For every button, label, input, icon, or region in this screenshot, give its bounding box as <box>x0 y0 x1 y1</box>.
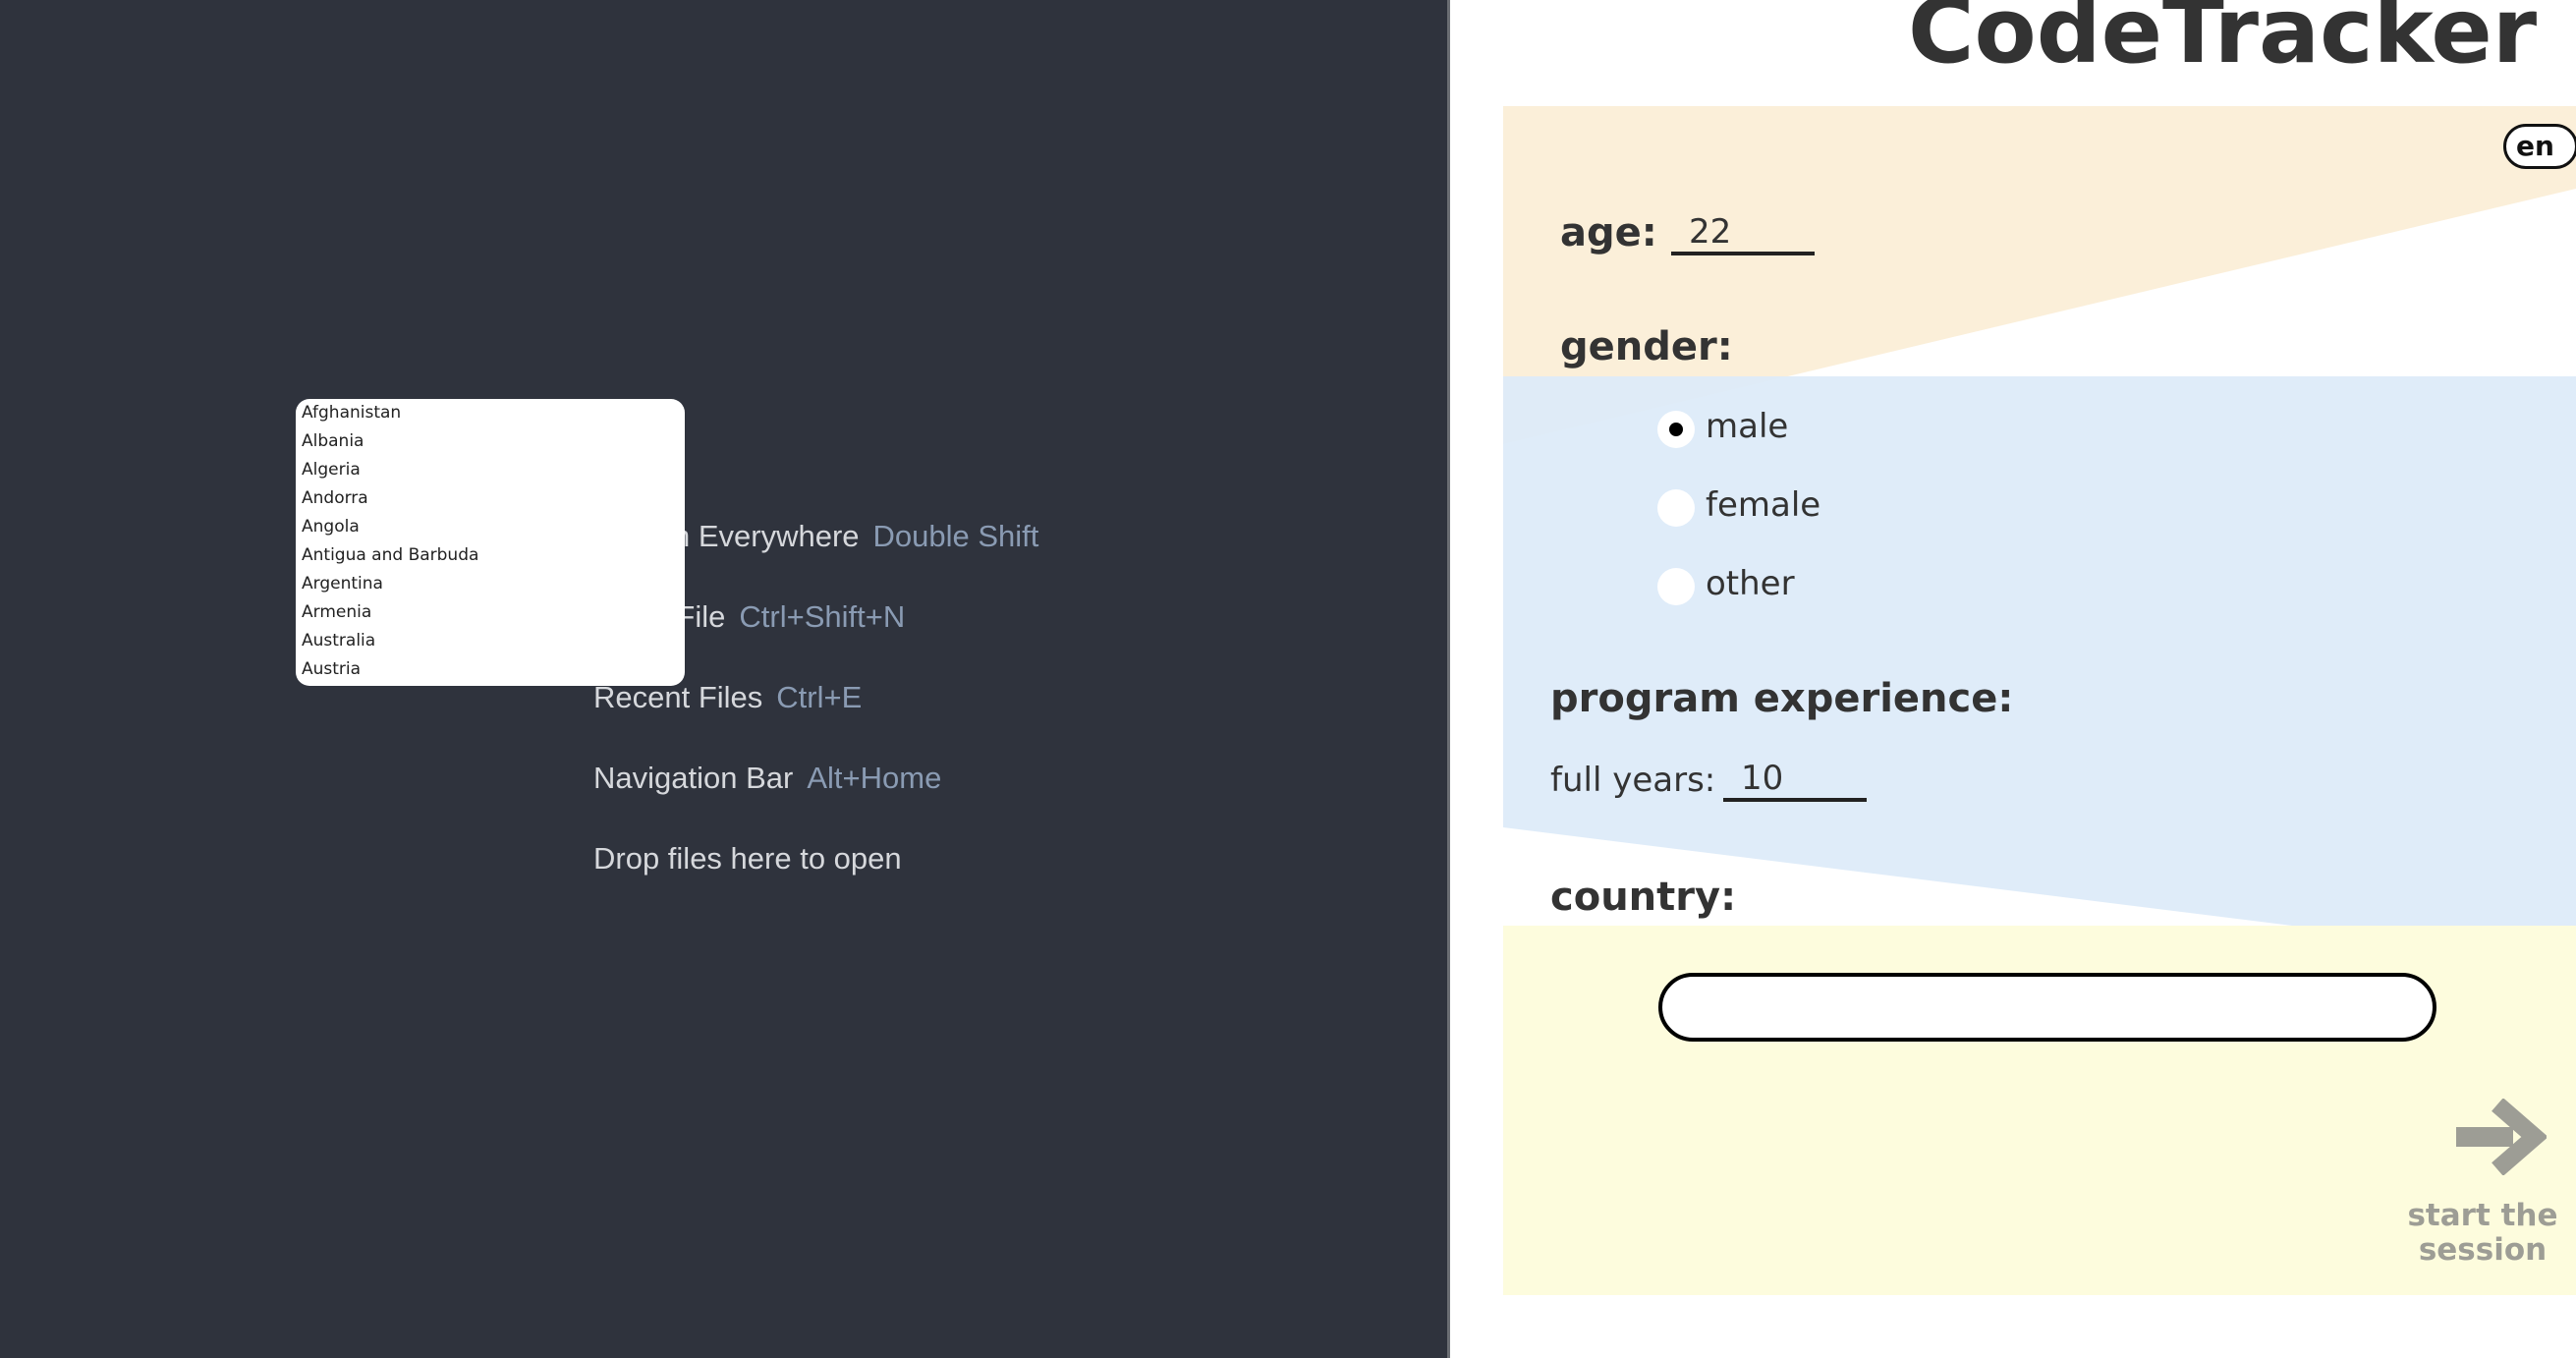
hint-shortcut: Ctrl+Shift+N <box>739 599 906 634</box>
codetracker-panel: CodeTracker en age: 22 gender: male fema… <box>1450 0 2576 1358</box>
hint-shortcut: Double Shift <box>872 519 1039 553</box>
country-option[interactable]: Armenia <box>296 598 685 627</box>
country-option[interactable]: Angola <box>296 513 685 541</box>
gender-option-label: female <box>1706 485 1821 525</box>
gender-radio-other[interactable] <box>1657 568 1695 605</box>
country-option[interactable]: Argentina <box>296 570 685 598</box>
hint-drop-files: Drop files here to open <box>593 841 902 877</box>
gender-option-label: other <box>1706 564 1795 603</box>
country-option[interactable]: Andorra <box>296 484 685 513</box>
gender-option-label: male <box>1706 407 1789 446</box>
age-input[interactable]: 22 <box>1671 212 1815 255</box>
country-option[interactable]: Algeria <box>296 456 685 484</box>
gender-radio-male[interactable] <box>1657 411 1695 448</box>
years-label: full years: <box>1550 761 1716 800</box>
hint-navigation-bar: Navigation Bar Alt+Home <box>593 761 941 796</box>
country-option[interactable]: Antigua and Barbuda <box>296 541 685 570</box>
start-session-button[interactable]: start the session <box>2399 1199 2566 1268</box>
hint-shortcut: Alt+Home <box>807 761 942 795</box>
hint-label: Navigation Bar <box>593 761 794 795</box>
arrow-right-icon[interactable] <box>2452 1099 2547 1175</box>
country-label: country: <box>1550 875 1737 920</box>
experience-label: program experience: <box>1550 676 2014 721</box>
age-label: age: <box>1560 210 1657 255</box>
language-toggle[interactable]: en <box>2503 124 2576 169</box>
years-input[interactable]: 10 <box>1723 759 1867 802</box>
app-title: CodeTracker <box>1908 0 2538 84</box>
country-dropdown-list[interactable]: Afghanistan Albania Algeria Andorra Ango… <box>296 399 685 686</box>
country-option[interactable]: Austria <box>296 655 685 684</box>
hint-shortcut: Ctrl+E <box>776 680 863 714</box>
country-option[interactable]: Afghanistan <box>296 399 685 427</box>
hint-label: Drop files here to open <box>593 841 902 876</box>
blue-band <box>1503 376 2576 961</box>
gender-label: gender: <box>1560 324 1733 369</box>
start-session-label: session <box>2418 1232 2548 1268</box>
country-option[interactable]: Australia <box>296 627 685 655</box>
start-session-label: start the <box>2407 1198 2558 1233</box>
ide-welcome-screen: Search EverywhereDouble Shift Go to File… <box>0 0 1447 1358</box>
country-option[interactable]: Albania <box>296 427 685 456</box>
gender-radio-female[interactable] <box>1657 489 1695 527</box>
country-input[interactable] <box>1658 973 2436 1042</box>
